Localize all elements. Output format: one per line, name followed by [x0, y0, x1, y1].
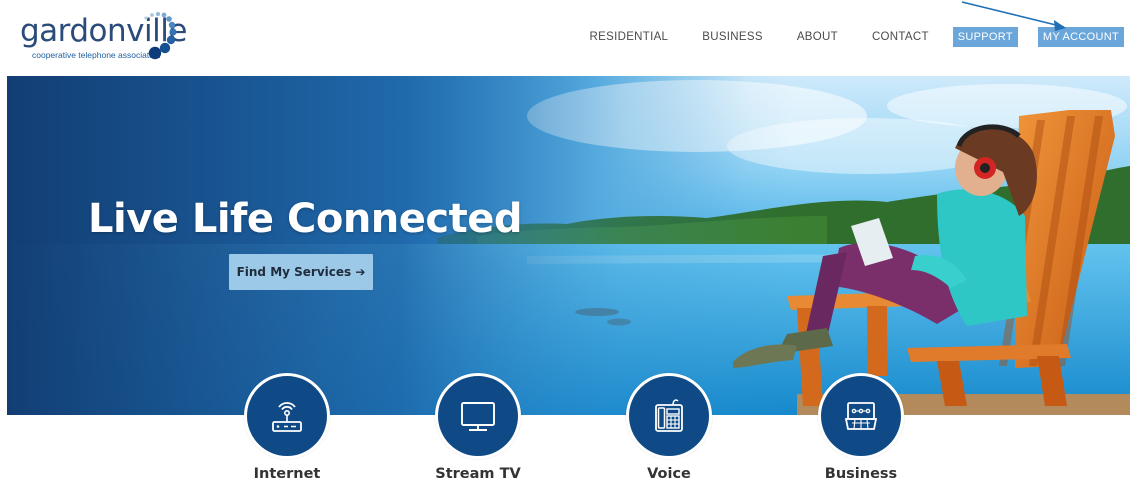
- page: gardonville cooperative telephone associ…: [0, 0, 1130, 483]
- service-internet-label[interactable]: Internet: [232, 466, 342, 482]
- phone-icon: [655, 399, 683, 432]
- my-account-button[interactable]: MY ACCOUNT: [1037, 27, 1124, 47]
- service-internet-circle[interactable]: [244, 373, 330, 459]
- support-button[interactable]: SUPPORT: [952, 27, 1018, 47]
- nav-residential[interactable]: RESIDENTIAL: [590, 31, 669, 43]
- hero-lake-scene: [7, 76, 1130, 415]
- hero-title: Live Life Connected: [88, 196, 523, 242]
- main-nav: RESIDENTIAL BUSINESS ABOUT CONTACT SUPPO…: [556, 26, 1124, 48]
- service-stream-tv-label[interactable]: Stream TV: [423, 466, 533, 482]
- service-business-label[interactable]: Business: [806, 466, 916, 482]
- logo-dots-icon: [144, 11, 177, 60]
- nav-about[interactable]: ABOUT: [797, 31, 838, 43]
- business-icon: [844, 402, 878, 430]
- nav-business[interactable]: BUSINESS: [702, 31, 763, 43]
- service-business-circle[interactable]: [818, 373, 904, 459]
- nav-contact[interactable]: CONTACT: [872, 31, 929, 43]
- router-icon: [272, 402, 302, 432]
- hero-banner: Live Life Connected Find My Services ➔: [7, 76, 1130, 415]
- site-header: gardonville cooperative telephone associ…: [0, 0, 1130, 76]
- service-voice-circle[interactable]: [626, 373, 712, 459]
- service-voice-label[interactable]: Voice: [614, 466, 724, 482]
- monitor-icon: [461, 402, 495, 431]
- service-stream-tv-circle[interactable]: [435, 373, 521, 459]
- gardonville-logo[interactable]: gardonville cooperative telephone associ…: [16, 6, 187, 66]
- find-my-services-button[interactable]: Find My Services ➔: [229, 254, 373, 290]
